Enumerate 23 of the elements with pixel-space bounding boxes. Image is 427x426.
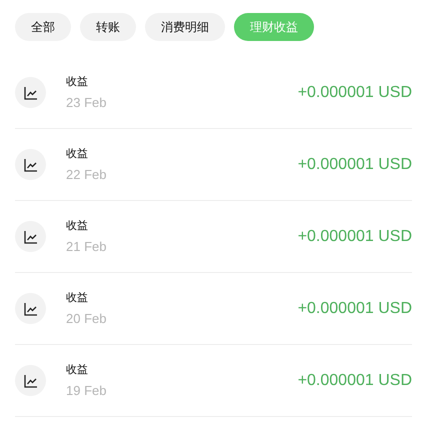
- filter-tab[interactable]: 转账: [80, 13, 136, 41]
- transaction-title: 收益: [66, 146, 89, 160]
- filter-tab[interactable]: 消费明细: [145, 13, 225, 41]
- transaction-title: 收益: [66, 74, 89, 88]
- transaction-date: 23 Feb: [66, 94, 106, 110]
- transaction-date: 19 Feb: [66, 382, 106, 398]
- transaction-title: 收益: [66, 290, 89, 304]
- transaction-amount: +0.000001 USD: [298, 226, 412, 246]
- transaction-amount: +0.000001 USD: [298, 370, 412, 390]
- transaction-amount: +0.000001 USD: [298, 298, 412, 318]
- transaction-title: 收益: [66, 218, 89, 232]
- transaction-amount: +0.000001 USD: [298, 154, 412, 174]
- transaction-date: 20 Feb: [66, 310, 106, 326]
- line-chart-icon: [24, 374, 38, 388]
- transaction-date: 21 Feb: [66, 238, 106, 254]
- line-chart-icon: [24, 86, 38, 100]
- filter-tab[interactable]: 全部: [15, 13, 71, 41]
- transaction-title: 收益: [66, 362, 89, 376]
- transaction-date: 22 Feb: [66, 166, 106, 182]
- transaction-amount: +0.000001 USD: [298, 82, 412, 102]
- line-chart-icon: [24, 302, 38, 316]
- line-chart-icon: [24, 230, 38, 244]
- line-chart-icon: [24, 158, 38, 172]
